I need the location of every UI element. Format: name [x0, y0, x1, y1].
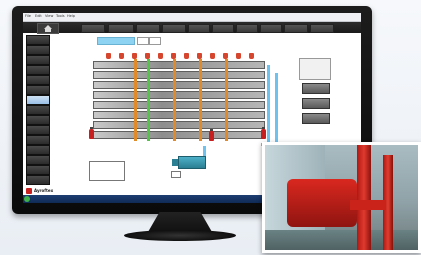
toolbar-button-1[interactable] [81, 24, 105, 33]
start-button[interactable] [24, 196, 30, 202]
sprinkler-head [210, 53, 215, 59]
toolbar-button-4[interactable] [162, 24, 186, 33]
sidebar-item-7[interactable] [26, 95, 50, 105]
toolbar-button-3[interactable] [136, 24, 160, 33]
toolbar-button-2[interactable] [108, 24, 134, 33]
rack-shelf [93, 111, 265, 119]
sidebar-item-12[interactable] [26, 145, 50, 155]
control-panel [299, 58, 331, 80]
brand-strip: Ayroftex [26, 187, 92, 195]
sprinkler-head [236, 53, 241, 59]
control-button-2[interactable] [302, 98, 330, 109]
sidebar-item-4[interactable] [26, 65, 50, 75]
home-button[interactable] [37, 23, 59, 34]
menu-file[interactable]: File [25, 14, 31, 18]
status-value-box[interactable] [171, 171, 181, 178]
brand-logo-text: Ayroftex [34, 188, 54, 193]
fire-extinguisher-icon [209, 129, 214, 141]
pipe-orange [173, 59, 176, 141]
monitor-neck [148, 212, 212, 232]
menu-help[interactable]: Help [67, 14, 75, 18]
sprinkler-head [119, 53, 124, 59]
sidebar-item-5[interactable] [26, 75, 50, 85]
rack-shelf [93, 101, 265, 109]
menu-view[interactable]: View [45, 14, 53, 18]
sidebar-item-8[interactable] [26, 105, 50, 115]
rack-shelf [93, 131, 265, 139]
sidebar-item-13[interactable] [26, 155, 50, 165]
control-button-3[interactable] [302, 113, 330, 124]
menu-tools[interactable]: Tools [56, 14, 65, 18]
event-log-box[interactable] [89, 161, 125, 181]
sidebar [26, 35, 50, 191]
toolbar-button-8[interactable] [260, 24, 282, 33]
toolbar-button-6[interactable] [212, 24, 234, 33]
sidebar-item-6[interactable] [26, 85, 50, 95]
toolbar-button-7[interactable] [236, 24, 258, 33]
pump-room-photo [262, 142, 421, 253]
home-icon [44, 25, 52, 32]
sidebar-item-14[interactable] [26, 165, 50, 175]
fire-extinguisher-icon [261, 127, 266, 139]
sprinkler-head [106, 53, 111, 59]
fire-extinguisher-icon [89, 127, 94, 139]
pipe-blue-vertical [275, 73, 278, 145]
pipe-orange [134, 59, 137, 141]
sidebar-item-3[interactable] [26, 55, 50, 65]
sprinkler-head [184, 53, 189, 59]
pipe-green [147, 59, 150, 141]
monitor-base [124, 230, 236, 241]
photo-floor [265, 230, 418, 250]
pipe-orange [199, 59, 202, 141]
rack-shelf [93, 121, 265, 129]
toolbar-button-5[interactable] [188, 24, 210, 33]
sidebar-item-2[interactable] [26, 45, 50, 55]
rack-shelf [93, 81, 265, 89]
rack-shelf [93, 91, 265, 99]
sprinkler-head [158, 53, 163, 59]
photo-valve [350, 200, 386, 210]
toolbar-button-9[interactable] [284, 24, 308, 33]
pipe-blue-vertical [267, 65, 270, 145]
menu-bar: File Edit View Tools Help [23, 13, 361, 22]
pipe-orange [225, 59, 228, 141]
water-tank [178, 156, 206, 169]
zone-value-box-2[interactable] [149, 37, 161, 45]
sidebar-item-10[interactable] [26, 125, 50, 135]
toolbar-button-10[interactable] [310, 24, 334, 33]
control-button-1[interactable] [302, 83, 330, 94]
menu-edit[interactable]: Edit [35, 14, 42, 18]
storage-rack [93, 61, 265, 141]
brand-logo-icon [26, 188, 32, 194]
sidebar-item-15[interactable] [26, 175, 50, 185]
rack-shelf [93, 61, 265, 69]
zone-tag-label [97, 37, 135, 45]
photo-fire-pump [287, 179, 357, 227]
zone-value-box-1[interactable] [137, 37, 149, 45]
sidebar-item-11[interactable] [26, 135, 50, 145]
sprinkler-head [249, 53, 254, 59]
photo-red-pipe [357, 145, 371, 250]
sidebar-item-9[interactable] [26, 115, 50, 125]
sidebar-item-1[interactable] [26, 35, 50, 45]
rack-shelf [93, 71, 265, 79]
